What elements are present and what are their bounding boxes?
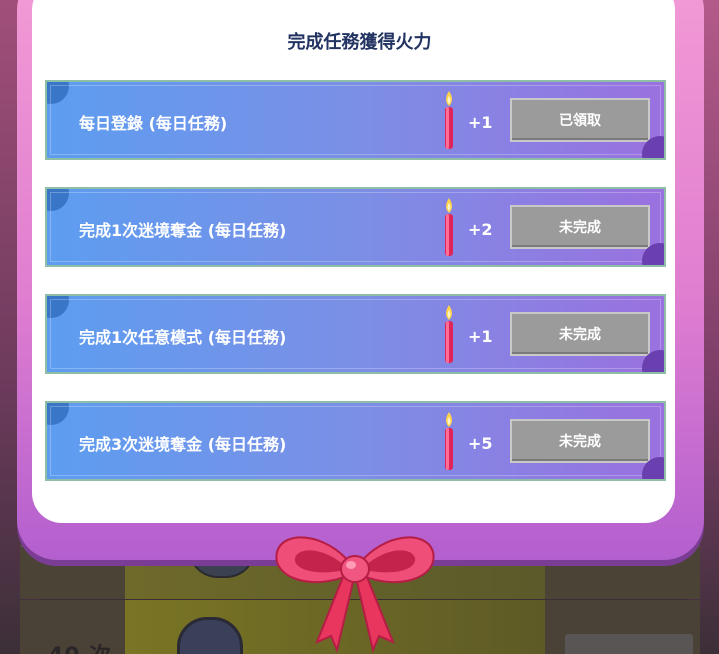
task-label: 完成1次迷境奪金 (每日任務) xyxy=(79,221,287,240)
task-status-button[interactable]: 已領取 xyxy=(510,98,650,142)
task-row: 完成1次迷境奪金 (每日任務) +2 未完成 xyxy=(45,187,666,267)
candle-icon xyxy=(445,412,453,470)
background-count-text: 40 次 xyxy=(48,638,112,654)
task-status-button[interactable]: 未完成 xyxy=(510,205,650,249)
task-label: 完成1次任意模式 (每日任務) xyxy=(79,328,287,347)
task-status-button[interactable]: 未完成 xyxy=(510,312,650,356)
task-row: 完成1次任意模式 (每日任務) +1 未完成 xyxy=(45,294,666,374)
task-row: 每日登錄 (每日任務) +1 已領取 xyxy=(45,80,666,160)
reward-amount: +1 xyxy=(468,113,493,132)
reward-amount: +1 xyxy=(468,327,493,346)
ribbon-bow-icon xyxy=(275,536,435,654)
candle-icon xyxy=(445,91,453,149)
reward-amount: +5 xyxy=(468,434,493,453)
reward-amount: +2 xyxy=(468,220,493,239)
candle-icon xyxy=(445,198,453,256)
task-label: 完成3次迷境奪金 (每日任務) xyxy=(79,435,287,454)
task-label: 每日登錄 (每日任務) xyxy=(79,114,228,133)
task-row: 完成3次迷境奪金 (每日任務) +5 未完成 xyxy=(45,401,666,481)
background-button xyxy=(565,634,693,654)
task-status-button[interactable]: 未完成 xyxy=(510,419,650,463)
candle-icon xyxy=(445,305,453,363)
panel-title: 完成任務獲得火力 xyxy=(287,32,432,53)
